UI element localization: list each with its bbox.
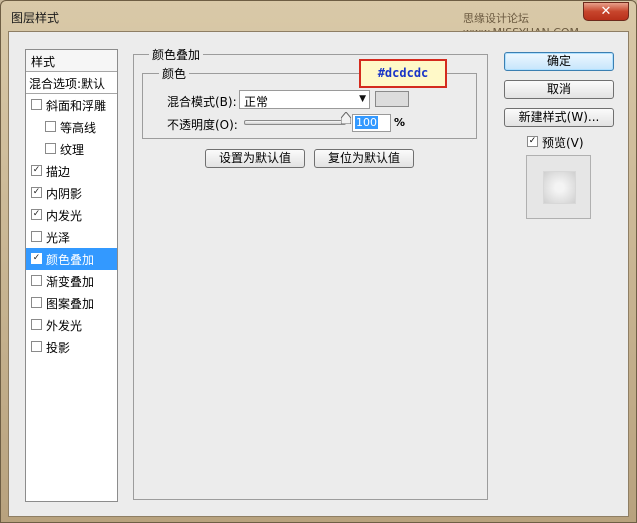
cancel-button[interactable]: 取消 [504, 80, 614, 99]
opacity-slider-track[interactable] [244, 120, 346, 125]
style-item-label: 等高线 [60, 121, 97, 135]
style-checkbox[interactable]: ✓ [31, 187, 42, 198]
style-item-label: 描边 [46, 165, 71, 179]
check-icon: ✓ [32, 253, 41, 263]
style-preview [526, 155, 591, 219]
style-item[interactable]: 投影 [26, 336, 117, 358]
set-default-button[interactable]: 设置为默认值 [205, 149, 305, 168]
check-icon: ✓ [32, 165, 41, 175]
style-item[interactable]: ✓ 内阴影 [26, 182, 117, 204]
style-item[interactable]: 纹理 [26, 138, 117, 160]
style-item-label: 内发光 [46, 209, 83, 223]
styles-list-panel: 样式 混合选项:默认 斜面和浮雕等高线纹理 ✓ 描边 ✓ 内阴影 ✓ 内发光光泽 ✓ 颜色叠加渐… [25, 49, 118, 502]
styles-items: 斜面和浮雕等高线纹理 ✓ 描边 ✓ 内阴影 ✓ 内发光光泽 ✓ 颜色叠加渐变叠加图案叠加外发光投… [26, 94, 117, 358]
color-overlay-title: 颜色叠加 [149, 46, 204, 63]
style-checkbox[interactable]: ✓ [31, 209, 42, 220]
style-item-label: 光泽 [46, 231, 71, 245]
style-item[interactable]: 图案叠加 [26, 292, 117, 314]
window-title: 图层样式 [11, 11, 60, 25]
style-checkbox[interactable] [31, 319, 42, 330]
opacity-slider-thumb[interactable] [341, 112, 351, 124]
dialog-client-area: 样式 混合选项:默认 斜面和浮雕等高线纹理 ✓ 描边 ✓ 内阴影 ✓ 内发光光泽 ✓ 颜色叠加渐… [8, 31, 629, 517]
blend-mode-select[interactable]: 正常 ▼ [239, 90, 370, 109]
style-checkbox[interactable] [31, 297, 42, 308]
opacity-label: 不透明度(O): [167, 118, 238, 132]
check-icon: ✓ [528, 136, 537, 146]
opacity-input[interactable]: 100 [352, 114, 391, 132]
close-button[interactable]: ✕ [583, 2, 629, 21]
style-checkbox[interactable] [45, 121, 56, 132]
style-item[interactable]: 斜面和浮雕 [26, 94, 117, 116]
chevron-down-icon: ▼ [359, 94, 366, 104]
check-icon: ✓ [32, 187, 41, 197]
style-item-label: 图案叠加 [46, 297, 95, 311]
style-item[interactable]: ✓ 描边 [26, 160, 117, 182]
overlay-color-swatch[interactable] [375, 91, 409, 107]
blend-mode-label: 混合模式(B): [167, 95, 237, 109]
style-item[interactable]: 等高线 [26, 116, 117, 138]
reset-default-button[interactable]: 复位为默认值 [314, 149, 414, 168]
style-item[interactable]: 光泽 [26, 226, 117, 248]
style-item[interactable]: 外发光 [26, 314, 117, 336]
title-bar[interactable]: 图层样式 思缘设计论坛 www.MISSYUAN.COM ✕ [1, 1, 636, 39]
style-checkbox[interactable] [31, 341, 42, 352]
color-subgroup-title: 颜色 [159, 65, 190, 82]
check-icon: ✓ [32, 209, 41, 219]
style-checkbox[interactable] [31, 231, 42, 242]
style-checkbox[interactable] [31, 99, 42, 110]
close-icon: ✕ [600, 4, 612, 19]
preview-checkbox[interactable]: ✓ [527, 136, 538, 147]
style-item-label: 斜面和浮雕 [46, 99, 107, 113]
style-checkbox[interactable]: ✓ [31, 253, 42, 264]
ok-button[interactable]: 确定 [504, 52, 614, 71]
new-style-button[interactable]: 新建样式(W)... [504, 108, 614, 127]
preview-label: 预览(V) [542, 136, 584, 150]
style-item[interactable]: ✓ 内发光 [26, 204, 117, 226]
style-checkbox[interactable]: ✓ [31, 165, 42, 176]
style-checkbox[interactable] [31, 275, 42, 286]
style-item-label: 纹理 [60, 143, 85, 157]
color-annotation-callout: #dcdcdc [359, 59, 447, 88]
percent-sign: % [394, 116, 406, 129]
blend-mode-value: 正常 [244, 95, 269, 109]
style-item-label: 投影 [46, 341, 71, 355]
opacity-value: 100 [355, 116, 378, 129]
blend-options-item[interactable]: 混合选项:默认 [26, 72, 117, 94]
style-item-label: 颜色叠加 [46, 253, 95, 267]
layer-style-dialog: 图层样式 思缘设计论坛 www.MISSYUAN.COM ✕ 样式 混合选项:默… [0, 0, 637, 523]
style-item-label: 外发光 [46, 319, 83, 333]
styles-header[interactable]: 样式 [26, 50, 117, 72]
style-item[interactable]: ✓ 颜色叠加 [26, 248, 117, 270]
style-item-label: 内阴影 [46, 187, 83, 201]
style-checkbox[interactable] [45, 143, 56, 154]
style-item[interactable]: 渐变叠加 [26, 270, 117, 292]
preview-thumbnail [543, 171, 576, 204]
style-item-label: 渐变叠加 [46, 275, 95, 289]
